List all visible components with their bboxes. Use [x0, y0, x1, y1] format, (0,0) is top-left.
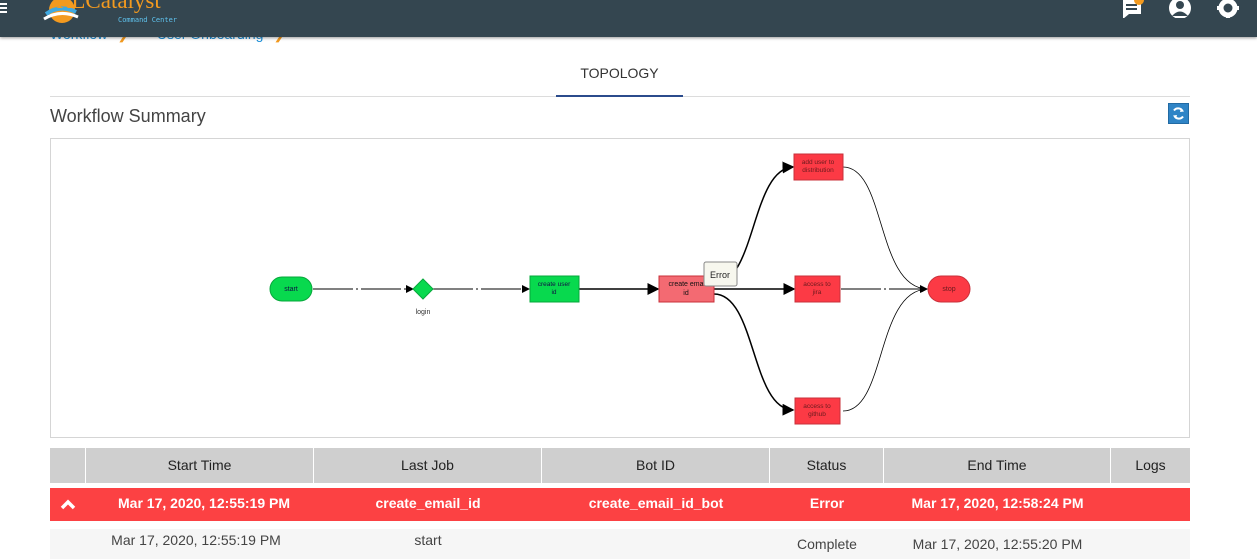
node-label: access to	[803, 403, 831, 410]
logo-subtitle: Command Center	[118, 16, 178, 24]
cell-logs[interactable]	[1111, 488, 1190, 521]
column-header-last-job[interactable]: Last Job	[314, 448, 542, 483]
top-navbar: RLCatalyst Command Center	[0, 0, 1257, 37]
user-icon[interactable]	[1168, 0, 1192, 18]
node-label: distribution	[802, 167, 834, 174]
node-add-user-to-distribution[interactable]: add user to distribution	[793, 153, 844, 181]
edge-github-stop	[842, 286, 928, 412]
chat-icon[interactable]	[1121, 0, 1145, 18]
column-header-bot-id[interactable]: Bot ID	[542, 448, 770, 483]
cell-last-job: start	[414, 532, 442, 548]
column-header-logs[interactable]: Logs	[1111, 448, 1190, 483]
page-title: Workflow Summary	[50, 106, 206, 126]
cell-status: Error	[809, 495, 845, 511]
cell-bot-id	[542, 529, 770, 555]
node-label: login	[416, 309, 431, 316]
workflow-topology-diagram: start login create user id create ema id…	[50, 138, 1190, 438]
node-login[interactable]: login	[412, 278, 434, 316]
column-header-start-time[interactable]: Start Time	[86, 448, 314, 483]
refresh-icon	[1173, 107, 1184, 120]
cell-end-time: Mar 17, 2020, 12:58:24 PM	[911, 495, 1084, 511]
chevron-up-icon[interactable]	[60, 498, 76, 510]
cell-end-time: Mar 17, 2020, 12:55:20 PM	[912, 536, 1083, 552]
menu-icon[interactable]	[0, 3, 8, 15]
cell-start-time: Mar 17, 2020, 12:55:19 PM	[118, 495, 290, 511]
node-label: create user	[538, 281, 571, 288]
node-label: start	[284, 286, 298, 293]
node-create-user-id[interactable]: create user id	[529, 275, 580, 303]
node-label: add user to	[802, 159, 835, 166]
node-access-to-jira[interactable]: access to jira	[794, 275, 841, 303]
cell-bot-id: create_email_id_bot	[588, 495, 724, 511]
column-header-status[interactable]: Status	[770, 448, 884, 483]
gear-icon[interactable]	[1216, 0, 1240, 18]
table-sub-row: Mar 17, 2020, 12:55:19 PM start Complete…	[50, 529, 1190, 559]
node-label: id	[551, 289, 556, 296]
node-start[interactable]: start	[269, 276, 313, 302]
logo-text: RLCatalyst	[56, 0, 161, 13]
cell-start-time: Mar 17, 2020, 12:55:19 PM	[111, 532, 281, 548]
error-tooltip: Error	[703, 261, 738, 287]
table-header: Start Time Last Job Bot ID Status End Ti…	[50, 448, 1190, 483]
refresh-button[interactable]	[1168, 103, 1189, 124]
tooltip-text: Error	[710, 270, 730, 280]
node-label: github	[808, 411, 826, 418]
tab-bar: TOPOLOGY	[50, 58, 1190, 97]
tab-topology[interactable]: TOPOLOGY	[556, 58, 683, 97]
node-label: access to	[803, 281, 831, 288]
node-label: create ema	[668, 281, 703, 288]
edge-create-email-github	[713, 293, 795, 416]
column-header-end-time[interactable]: End Time	[884, 448, 1111, 483]
node-access-to-github[interactable]: access to github	[794, 397, 841, 425]
cell-status: Complete	[797, 536, 857, 552]
column-header-expand	[50, 448, 86, 483]
cell-last-job: create_email_id	[375, 495, 481, 511]
node-label: id	[683, 290, 689, 297]
node-stop[interactable]: stop	[927, 275, 971, 303]
node-label: jira	[812, 289, 822, 296]
node-label: stop	[942, 286, 955, 293]
edge-add-user-stop	[842, 166, 928, 290]
table-row[interactable]: Mar 17, 2020, 12:55:19 PM create_email_i…	[50, 488, 1190, 521]
